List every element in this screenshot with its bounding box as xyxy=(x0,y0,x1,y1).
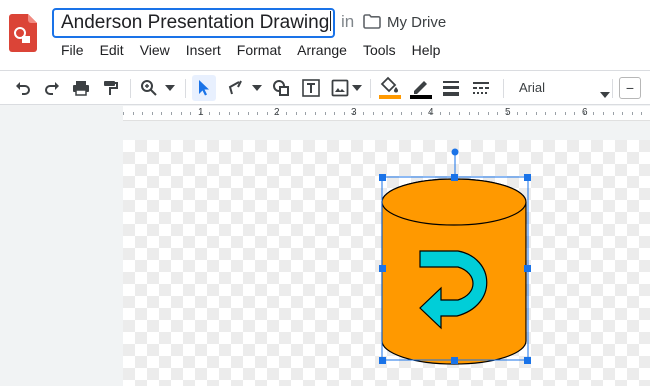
menu-insert[interactable]: Insert xyxy=(178,40,229,60)
drawings-logo-icon[interactable] xyxy=(9,14,37,52)
decrease-font-size-button[interactable]: − xyxy=(619,77,641,99)
border-color-icon[interactable] xyxy=(409,75,433,101)
paint-format-icon[interactable] xyxy=(100,75,120,101)
menu-arrange[interactable]: Arrange xyxy=(289,40,355,60)
font-dropdown-icon[interactable] xyxy=(600,85,610,103)
border-weight-icon[interactable] xyxy=(441,75,461,101)
resize-handle-top-right[interactable] xyxy=(524,174,531,181)
menu-tools[interactable]: Tools xyxy=(355,40,404,60)
ruler-label-4: 4 xyxy=(428,107,434,118)
print-icon[interactable] xyxy=(71,75,91,101)
horizontal-ruler[interactable]: 1 2 3 4 5 6 xyxy=(123,106,650,121)
cylinder-shape[interactable] xyxy=(381,178,527,365)
toolbar: Arial − xyxy=(0,70,650,105)
in-label: in xyxy=(341,12,355,31)
resize-handle-right[interactable] xyxy=(524,265,531,272)
toolbar-divider xyxy=(130,79,131,98)
font-family-select[interactable]: Arial xyxy=(519,80,545,95)
menu-file[interactable]: File xyxy=(52,40,92,60)
selected-drawing[interactable] xyxy=(360,140,560,386)
fill-color-icon[interactable] xyxy=(378,75,402,101)
resize-handle-bottom-left[interactable] xyxy=(379,357,386,364)
rotation-handle[interactable] xyxy=(451,148,459,156)
resize-handle-bottom[interactable] xyxy=(451,357,458,364)
ruler-label-1: 1 xyxy=(198,107,204,118)
document-title-input[interactable]: Anderson Presentation Drawing xyxy=(52,8,335,38)
ruler-label-2: 2 xyxy=(274,107,280,118)
resize-handle-left[interactable] xyxy=(379,265,386,272)
menu-edit[interactable]: Edit xyxy=(92,40,132,60)
menu-help[interactable]: Help xyxy=(404,40,449,60)
ruler-label-5: 5 xyxy=(505,107,511,118)
line-dropdown-icon[interactable] xyxy=(251,75,263,101)
menu-bar: File Edit View Insert Format Arrange Too… xyxy=(52,40,448,60)
zoom-icon[interactable] xyxy=(139,75,159,101)
toolbar-divider xyxy=(185,79,186,98)
line-icon[interactable] xyxy=(224,75,246,101)
text-caret xyxy=(330,11,332,31)
ruler-label-3: 3 xyxy=(351,107,357,118)
image-dropdown-icon[interactable] xyxy=(351,75,363,101)
my-drive-link[interactable]: My Drive xyxy=(387,14,446,31)
toolbar-divider xyxy=(503,79,504,98)
ruler-label-6: 6 xyxy=(582,107,588,118)
resize-handle-top[interactable] xyxy=(451,174,458,181)
folder-icon[interactable] xyxy=(363,14,381,34)
undo-icon[interactable] xyxy=(13,75,33,101)
toolbar-divider xyxy=(370,79,371,98)
select-icon[interactable] xyxy=(192,75,216,101)
shape-icon[interactable] xyxy=(271,75,291,101)
text-box-icon[interactable] xyxy=(300,75,322,101)
toolbar-divider xyxy=(612,79,613,98)
zoom-dropdown-icon[interactable] xyxy=(164,75,176,101)
border-dash-icon[interactable] xyxy=(471,75,491,101)
redo-icon[interactable] xyxy=(42,75,62,101)
document-title-text: Anderson Presentation Drawing xyxy=(61,12,330,33)
resize-handle-top-left[interactable] xyxy=(379,174,386,181)
image-icon[interactable] xyxy=(330,75,350,101)
resize-handle-bottom-right[interactable] xyxy=(524,357,531,364)
menu-view[interactable]: View xyxy=(132,40,178,60)
menu-format[interactable]: Format xyxy=(229,40,289,60)
